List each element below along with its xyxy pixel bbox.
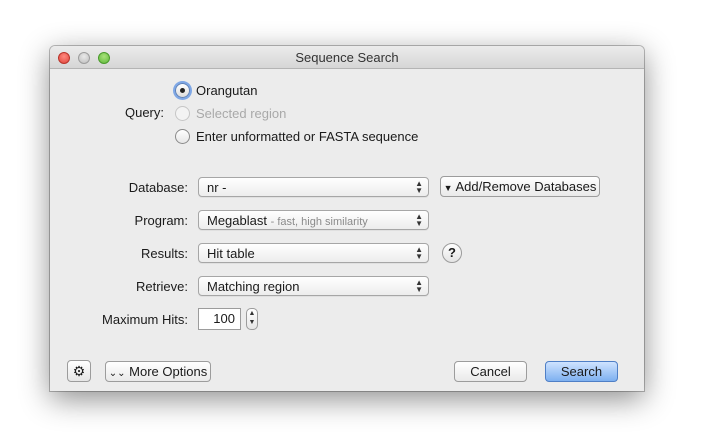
window-title: Sequence Search [295,50,399,65]
more-options-button[interactable]: ⌄⌄ More Options [105,361,211,382]
add-remove-databases-label: Add/Remove Databases [455,179,597,194]
gear-icon: ⚙ [72,363,86,379]
results-value: Hit table [207,246,255,261]
radio-selected-region [175,106,190,121]
radio-orangutan[interactable] [175,83,190,98]
search-button[interactable]: Search [545,361,618,382]
maximum-hits-stepper[interactable]: ▲ ▼ [246,308,258,330]
program-detail: - fast, high similarity [270,216,368,228]
cancel-button[interactable]: Cancel [454,361,527,382]
database-label: Database: [128,180,188,195]
gear-button[interactable]: ⚙ [67,360,91,382]
radio-selected-region-label: Selected region [196,106,287,121]
retrieve-value: Matching region [207,279,300,294]
maximum-hits-field[interactable]: 100 [198,308,241,330]
program-label: Program: [134,213,188,228]
help-button[interactable]: ? [442,243,462,263]
sequence-search-dialog: Sequence Search Query: Orangutan Selecte… [50,46,644,391]
triangle-down-icon: ▼ [443,183,453,193]
radio-enter-sequence-label[interactable]: Enter unformatted or FASTA sequence [196,129,418,144]
results-label: Results: [141,246,188,261]
popup-arrows-icon: ▲ ▼ [415,278,423,294]
radio-orangutan-label[interactable]: Orangutan [196,83,257,98]
double-chevron-down-icon: ⌄⌄ [108,368,126,379]
database-popup[interactable]: nr - ▲ ▼ [198,177,429,197]
add-remove-databases-button[interactable]: ▼ Add/Remove Databases [440,176,600,197]
popup-arrows-icon: ▲ ▼ [415,179,423,195]
retrieve-label: Retrieve: [135,279,188,294]
program-popup[interactable]: Megablast - fast, high similarity ▲ ▼ [198,210,429,230]
more-options-label: More Options [129,364,208,379]
popup-arrows-icon: ▲ ▼ [415,245,423,261]
database-value: nr - [207,180,227,195]
radio-enter-sequence[interactable] [175,129,190,144]
popup-arrows-icon: ▲ ▼ [415,212,423,228]
program-value: Megablast [207,213,267,228]
maximum-hits-label: Maximum Hits: [102,312,188,327]
title-bar[interactable]: Sequence Search [50,46,644,69]
retrieve-popup[interactable]: Matching region ▲ ▼ [198,276,429,296]
results-popup[interactable]: Hit table ▲ ▼ [198,243,429,263]
query-label: Query: [124,105,164,120]
